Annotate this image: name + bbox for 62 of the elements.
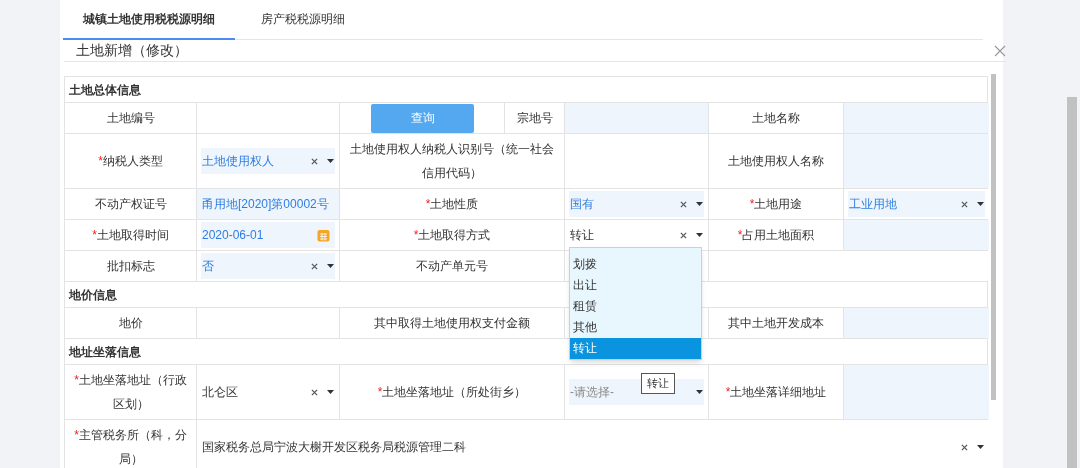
tab[interactable]: 城镇土地使用税税源明细: [63, 0, 235, 40]
caret-icon[interactable]: [977, 202, 984, 206]
caret-icon[interactable]: [696, 233, 703, 237]
field-label: *土地坐落详细地址: [725, 384, 827, 401]
select-field[interactable]: 工业用地: [848, 191, 985, 217]
field-label: 土地名称: [752, 110, 800, 127]
field-label: *纳税人类型: [98, 153, 163, 170]
field-label: *土地坐落地址（行政区划）: [73, 372, 188, 413]
clear-icon[interactable]: [311, 262, 318, 270]
tooltip: 转让: [641, 373, 675, 394]
field-label: *主管税务所（科，分局）: [73, 427, 188, 468]
field-label: *占用土地面积: [737, 227, 815, 244]
caret-icon[interactable]: [977, 445, 984, 449]
field-label: 土地使用权人名称: [728, 153, 824, 170]
field-label: 其中土地开发成本: [728, 315, 824, 332]
input-field[interactable]: 甬用地[2020]第00002号: [197, 189, 340, 219]
dropdown-option[interactable]: 其他: [570, 317, 701, 338]
section-title: 地址坐落信息: [69, 343, 141, 361]
input-field[interactable]: [844, 134, 989, 188]
scrollbar[interactable]: [991, 74, 996, 400]
caret-icon[interactable]: [327, 264, 334, 268]
section-title: 土地总体信息: [69, 81, 141, 99]
field-label: *土地性质: [425, 196, 479, 213]
input-field[interactable]: [844, 103, 989, 133]
field-label: *土地坐落地址（所处街乡）: [377, 384, 527, 401]
input-field[interactable]: [844, 308, 989, 338]
field-label: 其中取得土地使用权支付金额: [374, 315, 530, 332]
dropdown-option[interactable]: 租赁: [570, 296, 701, 317]
input-field[interactable]: [844, 220, 989, 250]
section-title: 地价信息: [69, 286, 117, 304]
close-icon[interactable]: [994, 44, 1006, 57]
field-label: 土地编号: [106, 110, 155, 127]
caret-icon[interactable]: [696, 390, 703, 394]
tab[interactable]: 房产税税源明细: [235, 0, 371, 40]
field-label: *土地用途: [749, 196, 803, 213]
clear-icon[interactable]: [961, 200, 968, 208]
scrollbar[interactable]: [1067, 97, 1077, 468]
clear-icon[interactable]: [311, 388, 318, 396]
field-label: *土地取得方式: [413, 227, 491, 244]
clear-icon[interactable]: [680, 200, 687, 208]
field-label: 地价: [118, 315, 143, 332]
field-label: 不动产单元号: [416, 258, 488, 275]
select-field[interactable]: 国有: [569, 191, 704, 217]
field-label: 土地使用权人纳税人识别号（统一社会信用代码）: [349, 141, 555, 182]
clear-icon[interactable]: [311, 157, 318, 165]
caret-icon[interactable]: [327, 159, 334, 163]
field-label: *土地取得时间: [92, 227, 169, 244]
date-field[interactable]: 2020-06-01: [201, 222, 335, 248]
field-label: 批扣标志: [106, 258, 155, 275]
caret-icon[interactable]: [696, 202, 703, 206]
clear-icon[interactable]: [961, 443, 968, 451]
field-label: 宗地号: [516, 110, 553, 127]
dropdown-option[interactable]: 出让: [570, 275, 701, 296]
caret-icon[interactable]: [327, 390, 334, 394]
input-field[interactable]: [844, 365, 989, 419]
select-field[interactable]: 土地使用权人: [201, 148, 335, 174]
field-label: 不动产权证号: [94, 196, 167, 213]
dropdown-option[interactable]: 划拨: [570, 254, 701, 275]
input-field[interactable]: [565, 103, 709, 133]
clear-icon[interactable]: [680, 231, 687, 239]
dialog-title: 土地新增（修改）: [76, 41, 188, 60]
select-field[interactable]: 否: [201, 253, 335, 279]
